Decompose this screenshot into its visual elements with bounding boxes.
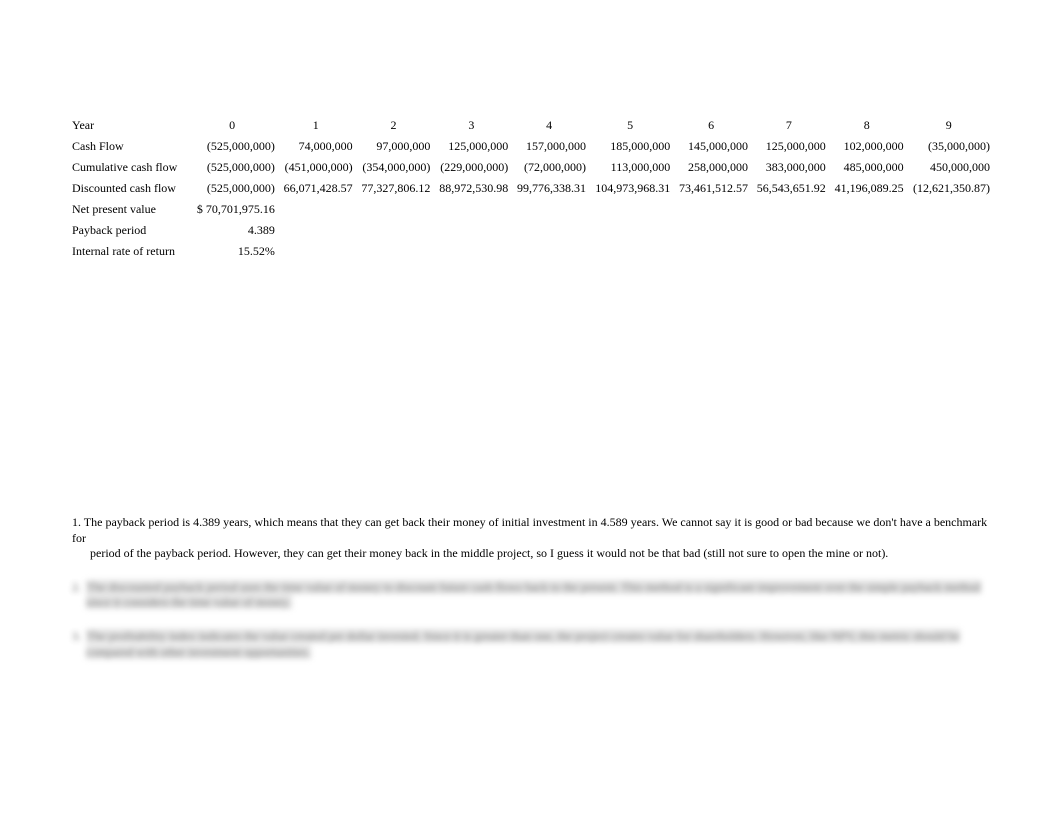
- note-line: 1. The payback period is 4.389 years, wh…: [72, 515, 987, 545]
- document-content: Year 0 1 2 3 4 5 6 7 8 9 Cash Flow (525,…: [72, 115, 990, 262]
- cell: 66,071,428.57: [275, 178, 353, 199]
- notes-section: 1. The payback period is 4.389 years, wh…: [72, 515, 990, 678]
- cell: 88,972,530.98: [430, 178, 508, 199]
- table-row: Internal rate of return 15.52%: [72, 241, 990, 262]
- cell: 102,000,000: [826, 136, 904, 157]
- payback-value: 4.389: [185, 220, 275, 241]
- cell: (525,000,000): [185, 157, 275, 178]
- cell: (229,000,000): [430, 157, 508, 178]
- note-3-blurred: 3. The profitability index indicates the…: [72, 629, 990, 660]
- cell: 3: [430, 115, 508, 136]
- cell: (525,000,000): [185, 136, 275, 157]
- dcf-label: Discounted cash flow: [72, 178, 185, 199]
- cell: 157,000,000: [508, 136, 586, 157]
- table-row: Net present value $ 70,701,975.16: [72, 199, 990, 220]
- cell: 2: [353, 115, 431, 136]
- cell: 1: [275, 115, 353, 136]
- cell: (451,000,000): [275, 157, 353, 178]
- cell: (354,000,000): [353, 157, 431, 178]
- table-row: Discounted cash flow (525,000,000) 66,07…: [72, 178, 990, 199]
- cell: 6: [670, 115, 748, 136]
- blurred-text: The profitability index indicates the va…: [86, 629, 960, 659]
- note-text: 1. The payback period is 4.389 years, wh…: [72, 515, 990, 562]
- cell: (35,000,000): [904, 136, 990, 157]
- cell: (72,000,000): [508, 157, 586, 178]
- cell: 4: [508, 115, 586, 136]
- year-label: Year: [72, 115, 185, 136]
- cum-cf-label: Cumulative cash flow: [72, 157, 185, 178]
- table-row: Cash Flow (525,000,000) 74,000,000 97,00…: [72, 136, 990, 157]
- table-row: Year 0 1 2 3 4 5 6 7 8 9: [72, 115, 990, 136]
- cell: 0: [185, 115, 275, 136]
- note-2-blurred: 2. The discounted payback period uses th…: [72, 580, 990, 611]
- note-number: 3.: [72, 629, 86, 660]
- cell: 77,327,806.12: [353, 178, 431, 199]
- cell: 125,000,000: [748, 136, 826, 157]
- cell: 113,000,000: [586, 157, 670, 178]
- note-text: The profitability index indicates the va…: [86, 629, 990, 660]
- cell: 258,000,000: [670, 157, 748, 178]
- cell: 8: [826, 115, 904, 136]
- payback-label: Payback period: [72, 220, 185, 241]
- note-line: period of the payback period. However, t…: [72, 546, 990, 562]
- cell: 9: [904, 115, 990, 136]
- irr-label: Internal rate of return: [72, 241, 185, 262]
- cell: 56,543,651.92: [748, 178, 826, 199]
- cell: 485,000,000: [826, 157, 904, 178]
- table-row: Cumulative cash flow (525,000,000) (451,…: [72, 157, 990, 178]
- blurred-text: The discounted payback period uses the t…: [86, 580, 981, 610]
- currency-symbol: $: [195, 202, 203, 216]
- note-number: 2.: [72, 580, 86, 611]
- cell: 99,776,338.31: [508, 178, 586, 199]
- cell: 5: [586, 115, 670, 136]
- cell: 125,000,000: [430, 136, 508, 157]
- cash-flow-table: Year 0 1 2 3 4 5 6 7 8 9 Cash Flow (525,…: [72, 115, 990, 262]
- note-text: The discounted payback period uses the t…: [86, 580, 990, 611]
- cell: 97,000,000: [353, 136, 431, 157]
- cell: 73,461,512.57: [670, 178, 748, 199]
- cell: 145,000,000: [670, 136, 748, 157]
- cell: 185,000,000: [586, 136, 670, 157]
- table-row: Payback period 4.389: [72, 220, 990, 241]
- cell: (12,621,350.87): [904, 178, 990, 199]
- cell: (525,000,000): [185, 178, 275, 199]
- cash-flow-label: Cash Flow: [72, 136, 185, 157]
- cell: 74,000,000: [275, 136, 353, 157]
- cell: $ 70,701,975.16: [185, 199, 275, 220]
- cell: 41,196,089.25: [826, 178, 904, 199]
- note-1: 1. The payback period is 4.389 years, wh…: [72, 515, 990, 562]
- cell: 104,973,968.31: [586, 178, 670, 199]
- irr-value: 15.52%: [185, 241, 275, 262]
- cell: 383,000,000: [748, 157, 826, 178]
- cell: 7: [748, 115, 826, 136]
- cell: 450,000,000: [904, 157, 990, 178]
- npv-value: 70,701,975.16: [206, 202, 275, 216]
- npv-label: Net present value: [72, 199, 185, 220]
